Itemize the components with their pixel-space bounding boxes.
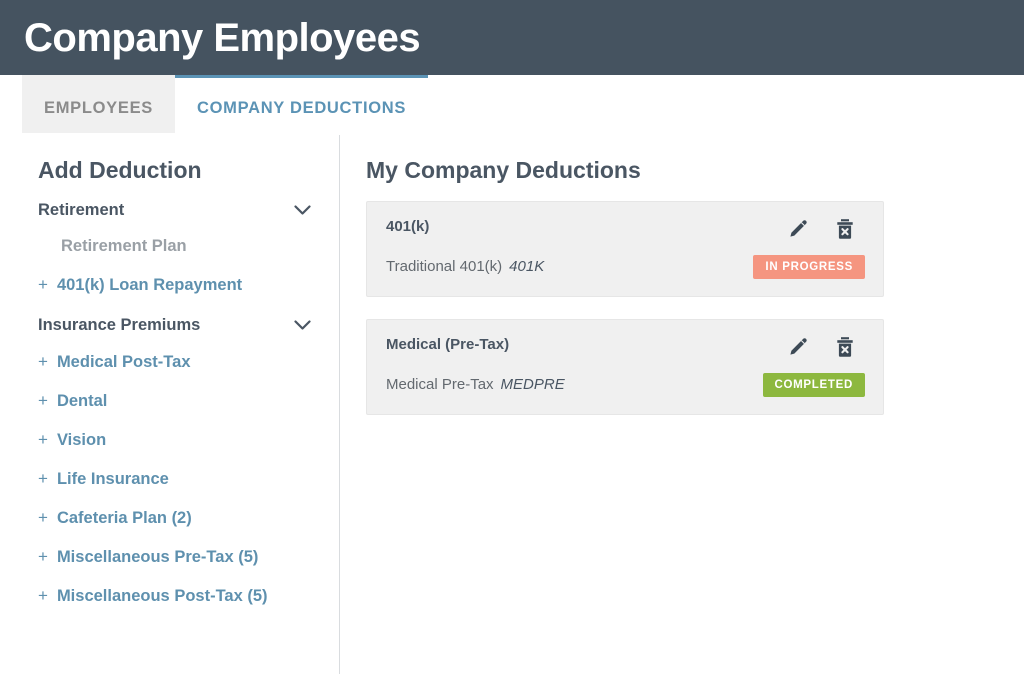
app-header: Company Employees <box>0 0 1024 75</box>
tab-bar: EMPLOYEES COMPANY DEDUCTIONS <box>0 75 1024 135</box>
card-header-row: Medical (Pre-Tax) <box>386 336 865 358</box>
page-title: Company Employees <box>24 15 421 60</box>
card-actions <box>786 218 865 240</box>
deduction-code: MEDPRE <box>500 376 565 393</box>
sidebar-item-retirement-plan: Retirement Plan <box>38 226 339 264</box>
sidebar-item-miscellaneous-pre-tax[interactable]: + Miscellaneous Pre-Tax (5) <box>38 536 339 575</box>
sidebar-item-label: 401(k) Loan Repayment <box>56 276 243 294</box>
sidebar-section-insurance-premiums: Insurance Premiums + Medical Post-Tax + … <box>38 316 339 614</box>
deduction-name: 401(k) <box>386 218 430 235</box>
tab-employees[interactable]: EMPLOYEES <box>22 75 175 133</box>
trash-icon[interactable] <box>835 336 855 358</box>
sidebar-heading: Add Deduction <box>38 157 202 183</box>
card-detail-row: Traditional 401(k) 401K IN PROGRESS <box>386 254 865 280</box>
main-panel: My Company Deductions 401(k) Traditional… <box>340 135 1024 674</box>
plus-icon: + <box>38 352 48 371</box>
sidebar-item-label: Miscellaneous Pre-Tax (5) <box>56 548 259 566</box>
plus-icon: + <box>38 275 48 294</box>
deduction-code: 401K <box>509 258 545 275</box>
plus-icon: + <box>38 430 48 449</box>
card-actions <box>786 336 865 358</box>
pencil-icon[interactable] <box>786 336 808 358</box>
section-title-insurance-premiums: Insurance Premiums <box>38 316 201 334</box>
chevron-down-icon[interactable] <box>294 320 311 331</box>
status-badge: COMPLETED <box>762 372 865 398</box>
sidebar-item-label: Medical Post-Tax <box>56 353 191 371</box>
deduction-card: Medical (Pre-Tax) Medical Pre-Tax MEDPRE… <box>366 319 884 415</box>
card-detail-row: Medical Pre-Tax MEDPRE COMPLETED <box>386 372 865 398</box>
pencil-icon[interactable] <box>786 218 808 240</box>
section-title-retirement: Retirement <box>38 201 125 219</box>
status-badge: IN PROGRESS <box>753 254 865 280</box>
sidebar-item-label: Dental <box>56 392 108 410</box>
plus-icon: + <box>38 391 48 410</box>
section-header-insurance-premiums[interactable]: Insurance Premiums <box>38 316 339 335</box>
sidebar-item-cafeteria-plan[interactable]: + Cafeteria Plan (2) <box>38 497 339 536</box>
sidebar-section-retirement: Retirement Retirement Plan + 401(k) Loan… <box>38 201 339 303</box>
sidebar-item-dental[interactable]: + Dental <box>38 380 339 419</box>
sidebar-item-miscellaneous-post-tax[interactable]: + Miscellaneous Post-Tax (5) <box>38 575 339 614</box>
deduction-card: 401(k) Traditional 401(k) 401K IN PROGRE… <box>366 201 884 297</box>
sidebar-item-label: Vision <box>56 431 107 449</box>
section-header-retirement[interactable]: Retirement <box>38 201 339 220</box>
deduction-description-group: Medical Pre-Tax MEDPRE <box>386 376 565 394</box>
sidebar: Add Deduction Retirement Retirement Plan… <box>0 135 340 674</box>
deduction-description-group: Traditional 401(k) 401K <box>386 258 544 276</box>
sidebar-item-label: Miscellaneous Post-Tax (5) <box>56 587 268 605</box>
content-area: Add Deduction Retirement Retirement Plan… <box>0 135 1024 674</box>
deduction-description: Medical Pre-Tax <box>386 376 494 393</box>
plus-icon: + <box>38 508 48 527</box>
main-heading: My Company Deductions <box>366 157 641 183</box>
sidebar-item-label: Life Insurance <box>56 470 169 488</box>
card-header-row: 401(k) <box>386 218 865 240</box>
trash-icon[interactable] <box>835 218 855 240</box>
sidebar-item-label: Cafeteria Plan (2) <box>56 509 192 527</box>
tab-company-deductions[interactable]: COMPANY DEDUCTIONS <box>175 75 429 133</box>
sidebar-item-401k-loan-repayment[interactable]: + 401(k) Loan Repayment <box>38 264 339 303</box>
deduction-description: Traditional 401(k) <box>386 258 503 275</box>
sidebar-item-vision[interactable]: + Vision <box>38 419 339 458</box>
plus-icon: + <box>38 469 48 488</box>
sidebar-item-medical-post-tax[interactable]: + Medical Post-Tax <box>38 341 339 380</box>
plus-icon: + <box>38 547 48 566</box>
sidebar-item-label: Retirement Plan <box>61 237 187 255</box>
sidebar-item-life-insurance[interactable]: + Life Insurance <box>38 458 339 497</box>
plus-icon: + <box>38 586 48 605</box>
chevron-down-icon[interactable] <box>294 205 311 216</box>
deduction-name: Medical (Pre-Tax) <box>386 336 510 353</box>
